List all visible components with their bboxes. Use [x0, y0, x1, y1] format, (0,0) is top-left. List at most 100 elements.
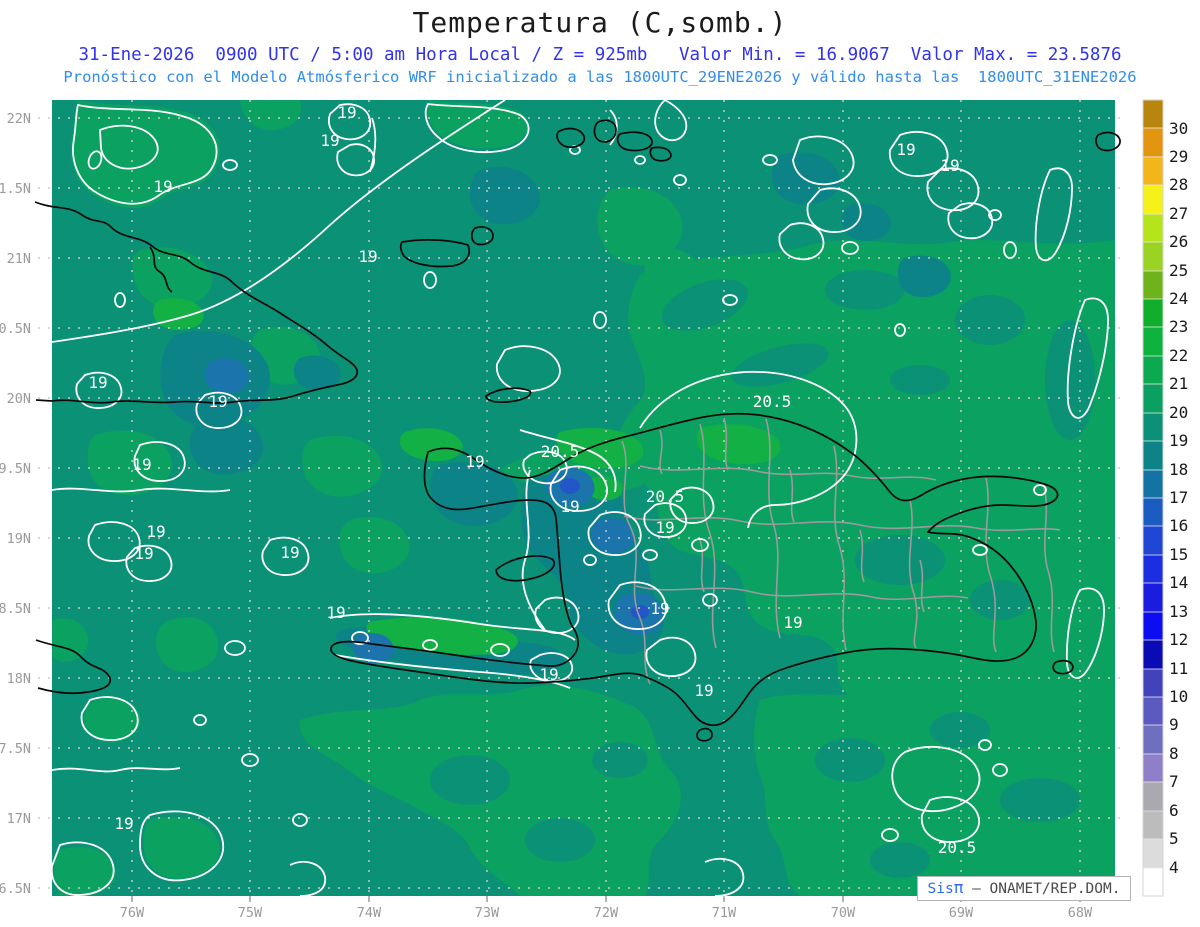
colorbar-swatch [1142, 838, 1164, 869]
pi-symbol: π [953, 878, 964, 897]
map-canvas: 19 19 19 19 19 19 19 19 19 20.5 19 20.5 … [0, 98, 1188, 921]
y-axis-label: 6.5N [0, 881, 31, 897]
y-axis-label: 19N [7, 531, 31, 547]
colorbar-tick-label: 28 [1169, 175, 1188, 194]
x-axis-label: 72W [594, 905, 619, 921]
x-axis-label: 73W [475, 905, 500, 921]
y-axis: 22N 1.5N 21N 0.5N 20N 9.5N 19N 8.5N 18N … [0, 111, 31, 897]
colorbar-swatch [1142, 127, 1164, 158]
colorbar-tick-label: 30 [1169, 119, 1188, 138]
colorbar-tick-label: 4 [1169, 858, 1179, 877]
colorbar-swatch [1142, 724, 1164, 756]
colorbar-swatch [1142, 298, 1164, 329]
colorbar-tick-label: 18 [1169, 460, 1188, 479]
colorbar-tick-label: 19 [1169, 431, 1188, 450]
x-axis-label: 71W [712, 905, 737, 921]
y-axis-label: 9.5N [0, 461, 31, 477]
contour-label: 19 [539, 665, 558, 684]
colorbar-tick-label: 8 [1169, 744, 1179, 763]
y-axis-label: 8.5N [0, 601, 31, 617]
colorbar-tick-label: 11 [1169, 659, 1188, 678]
colorbar-tick-label: 21 [1169, 374, 1188, 393]
contour-label: 19 [650, 599, 669, 618]
colorbar-swatch [1142, 497, 1164, 528]
colorbar-tick-label: 25 [1169, 261, 1188, 280]
y-axis-label: 18N [7, 671, 31, 687]
colorbar-tick-label: 23 [1169, 317, 1188, 336]
colorbar-swatch [1142, 753, 1164, 784]
model-init-line: Pronóstico con el Modelo Atmósferico WRF… [63, 68, 1137, 86]
colorbar-labels: 30 29 28 27 26 25 24 23 22 21 20 19 18 1… [1169, 119, 1188, 877]
colorbar-tick-label: 6 [1169, 801, 1179, 820]
contour-label: 19 [940, 156, 959, 175]
colorbar-swatch [1142, 696, 1164, 727]
colorbar-swatch [1142, 525, 1164, 557]
colorbar-swatch [1142, 867, 1164, 897]
colorbar-swatch [1142, 383, 1164, 415]
contour-label: 19 [280, 543, 299, 562]
contour-label: 19 [153, 177, 172, 196]
x-axis-label: 76W [120, 905, 145, 921]
colorbar-swatch [1142, 810, 1164, 841]
contour-label: 19 [358, 247, 377, 266]
colorbar-tick-label: 14 [1169, 573, 1188, 592]
attribution-text: – ONAMET/REP.DOM. [963, 881, 1121, 897]
contour-label: 19 [465, 452, 484, 471]
colorbar-tick-label: 27 [1169, 204, 1188, 223]
contour-label: 19 [655, 518, 674, 537]
attribution-box: Sisπ – ONAMET/REP.DOM. [917, 876, 1131, 901]
colorbar-tick-label: 9 [1169, 715, 1179, 734]
y-axis-label: 1.5N [0, 181, 31, 197]
colorbar-swatch [1142, 213, 1164, 244]
contour-label: 20.5 [753, 392, 792, 411]
contour-label: 19 [337, 103, 356, 122]
y-axis-label: 21N [7, 251, 31, 267]
colorbar-tick-label: 22 [1169, 346, 1188, 365]
y-axis-label: 17N [7, 811, 31, 827]
x-axis-label: 69W [949, 905, 974, 921]
colorbar-swatch [1142, 270, 1164, 301]
contour-label: 20.5 [938, 838, 977, 857]
x-axis-label: 70W [831, 905, 856, 921]
forecast-valid-line: 31-Ene-2026 0900 UTC / 5:00 am Hora Loca… [78, 45, 1122, 65]
x-axis-label: 74W [357, 905, 382, 921]
contour-label: 19 [320, 131, 339, 150]
colorbar-swatch [1142, 639, 1164, 671]
x-axis-label: 68W [1068, 905, 1093, 921]
contour-label: 19 [783, 613, 802, 632]
colorbar-tick-label: 24 [1169, 289, 1188, 308]
colorbar-tick-label: 20 [1169, 403, 1188, 422]
colorbar-swatch [1142, 326, 1164, 358]
colorbar-tick-label: 7 [1169, 772, 1179, 791]
sispi-logo-text: Sis [927, 881, 954, 897]
y-axis-label: 7.5N [0, 741, 31, 757]
colorbar-tick-label: 26 [1169, 232, 1188, 251]
colorbar-swatch [1142, 355, 1164, 386]
colorbar-swatch [1142, 554, 1164, 585]
colorbar-tick-label: 15 [1169, 545, 1188, 564]
colorbar-swatch [1142, 668, 1164, 699]
weather-map-page: Temperatura (C,somb.) 31-Ene-2026 0900 U… [0, 0, 1200, 927]
contour-label: 19 [208, 392, 227, 411]
contour-label: 19 [560, 497, 579, 516]
colorbar-tick-label: 10 [1169, 687, 1188, 706]
colorbar-swatch [1142, 440, 1164, 472]
colorbar-swatch [1142, 611, 1164, 642]
colorbar-tick-label: 5 [1169, 829, 1179, 848]
colorbar-tick-label: 17 [1169, 488, 1188, 507]
colorbar-tick-label: 13 [1169, 602, 1188, 621]
colorbar [1142, 99, 1164, 897]
page-title: Temperatura (C,somb.) [412, 6, 788, 39]
y-axis-label: 22N [7, 111, 31, 127]
contour-label: 20.5 [541, 442, 580, 461]
colorbar-swatch [1142, 469, 1164, 500]
colorbar-swatch [1142, 184, 1164, 216]
colorbar-swatch [1142, 241, 1164, 273]
y-axis-label: 0.5N [0, 321, 31, 337]
contour-label: 19 [694, 681, 713, 700]
contour-label: 19 [134, 544, 153, 563]
colorbar-swatch [1142, 412, 1164, 443]
x-axis: 76W 75W 74W 73W 72W 71W 70W 69W 68W [120, 905, 1093, 921]
colorbar-swatch [1142, 156, 1164, 187]
contour-label: 19 [326, 603, 345, 622]
